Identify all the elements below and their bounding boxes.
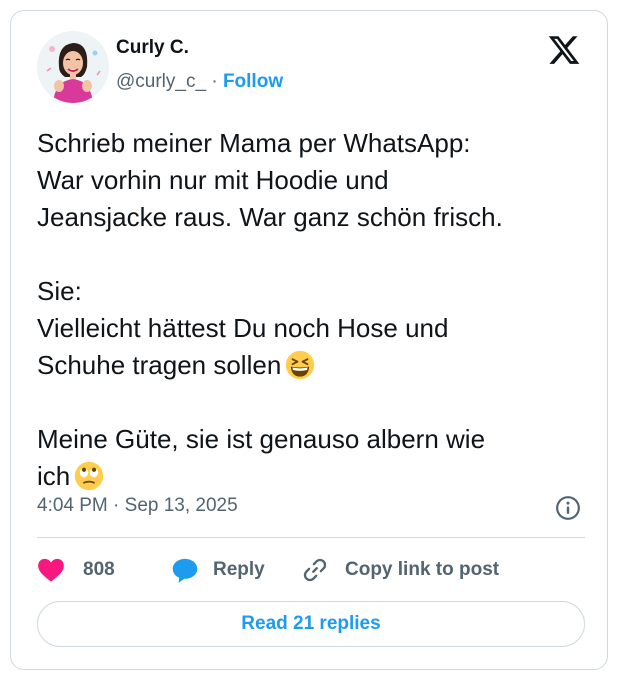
reply-label: Reply [213,559,265,580]
grinning-squinting-face-icon [286,350,315,380]
like-count: 808 [83,559,115,580]
like-button[interactable]: 808 [37,555,115,585]
reply-button[interactable]: Reply [171,555,265,585]
tweet-timestamp[interactable]: 4:04 PM · Sep 13, 2025 [37,495,238,517]
text-line: Meine Güte, sie ist genauso albern wie [37,424,486,454]
text-line: Sie: [37,276,82,306]
copy-link-button[interactable]: Copy link to post [301,555,499,585]
author-handle[interactable]: @curly_c_ [116,71,206,92]
text-line: Vielleicht hättest Du noch Hose und [37,313,449,343]
paragraph-3: Meine Güte, sie ist genauso albern wie i… [37,421,587,495]
divider [37,537,585,538]
tweet-text: Schrieb meiner Mama per WhatsApp: War vo… [37,125,587,495]
text-line: ich [37,461,71,491]
text-line: Schrieb meiner Mama per WhatsApp: [37,128,471,158]
text-line: War vorhin nur mit Hoodie und [37,165,389,195]
face-with-rolling-eyes-icon [75,461,104,491]
tweet-card: Curly C. @curly_c_ · Follow Schrieb mein… [10,10,608,670]
text-line: Jeansjacke raus. War ganz schön frisch. [37,202,503,232]
read-replies-button[interactable]: Read 21 replies [37,601,585,647]
paragraph-1: Schrieb meiner Mama per WhatsApp: War vo… [37,125,587,236]
link-icon [303,558,327,582]
paragraph-2: Sie: Vielleicht hättest Du noch Hose und… [37,273,587,384]
reply-bubble-icon [172,558,198,583]
copy-link-label: Copy link to post [345,559,500,580]
heart-icon [38,558,64,582]
avatar-illustration [37,31,109,103]
author-handle-row: @curly_c_ · Follow [116,71,283,93]
x-logo-icon[interactable] [547,33,581,67]
text-line: Schuhe tragen sollen [37,350,282,380]
follow-button[interactable]: Follow [223,71,283,92]
author-name[interactable]: Curly C. [116,37,189,59]
avatar[interactable] [37,31,109,103]
separator-dot: · [211,71,218,92]
info-icon[interactable] [555,495,581,521]
